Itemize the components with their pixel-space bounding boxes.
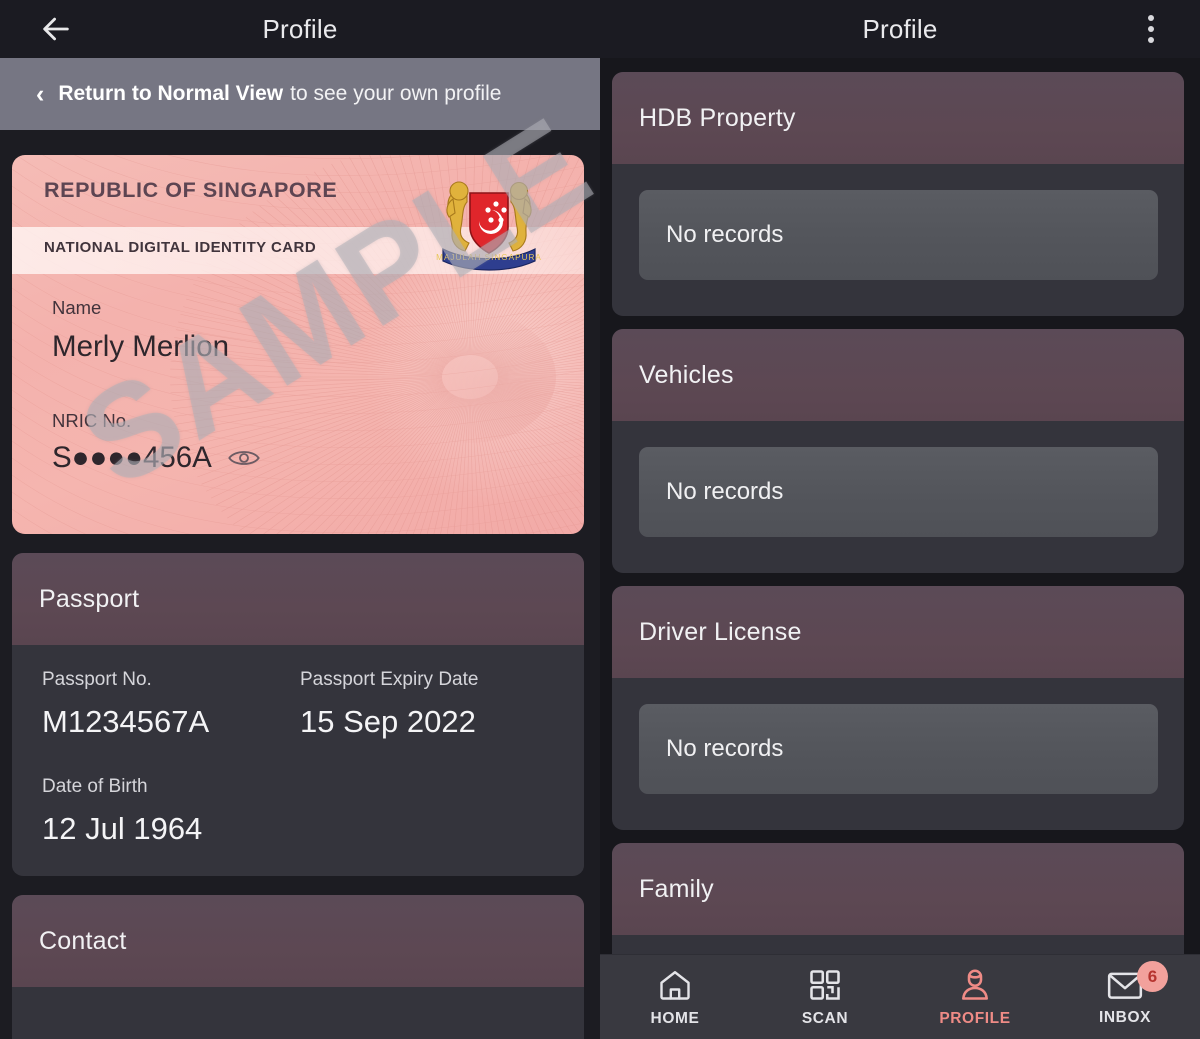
dob-label: Date of Birth	[42, 776, 148, 797]
hdb-property-record-text: No records	[666, 221, 784, 248]
vehicles-record-text: No records	[666, 478, 784, 505]
dob-value: 12 Jul 1964	[42, 811, 203, 846]
overflow-menu-button[interactable]	[1130, 8, 1172, 50]
vehicles-header[interactable]: Vehicles	[612, 329, 1184, 421]
nav-item-inbox[interactable]: INBOX 6	[1050, 955, 1200, 1039]
family-title: Family	[639, 874, 714, 903]
hdb-property-body: No records	[612, 190, 1184, 280]
driver-license-body: No records	[612, 704, 1184, 794]
nav-item-scan[interactable]: SCAN	[750, 955, 900, 1039]
passport-expiry-value: 15 Sep 2022	[300, 704, 476, 739]
right-pane: HDB Property No records Vehicles No reco…	[600, 58, 1200, 1039]
chevron-left-icon: ‹	[36, 79, 45, 108]
nav-label-home: HOME	[650, 1009, 700, 1027]
nav-label-scan: SCAN	[801, 1009, 849, 1027]
page-title-left: Profile	[262, 13, 338, 44]
header-right: Profile	[600, 0, 1200, 58]
driver-license-record-pill[interactable]: No records	[639, 704, 1158, 794]
left-pane: ‹ Return to Normal View to see your own …	[0, 58, 600, 1039]
vehicles-record-pill[interactable]: No records	[639, 447, 1158, 537]
family-header[interactable]: Family	[612, 843, 1184, 935]
card-country-line: REPUBLIC OF SINGAPORE	[44, 178, 338, 202]
hdb-property-header[interactable]: HDB Property	[612, 72, 1184, 164]
nav-item-home[interactable]: HOME	[600, 955, 750, 1039]
kebab-dot	[1148, 37, 1154, 43]
name-value: Merly Merlion	[52, 330, 230, 363]
profile-screen: Profile Profile ‹ Return to Normal View …	[0, 0, 1200, 1039]
passport-section[interactable]: Passport Passport No. M1234567A Passport…	[12, 553, 584, 876]
nric-label: NRIC No.	[52, 410, 132, 431]
eye-icon[interactable]	[228, 447, 260, 469]
name-label: Name	[52, 297, 102, 318]
driver-license-section[interactable]: Driver License No records	[612, 586, 1184, 830]
driver-license-header[interactable]: Driver License	[612, 586, 1184, 678]
page-title-right: Profile	[862, 13, 938, 44]
nav-item-profile[interactable]: PROFILE	[900, 955, 1050, 1039]
person-icon	[962, 968, 988, 1000]
header-left: Profile	[0, 0, 600, 58]
kebab-dot	[1148, 15, 1154, 21]
passport-section-body: Passport No. M1234567A Passport Expiry D…	[12, 645, 584, 873]
return-banner-subtext: to see your own profile	[290, 82, 502, 105]
qr-code-icon	[810, 969, 840, 1000]
nav-label-inbox: INBOX	[1098, 1008, 1152, 1026]
kebab-dot	[1148, 26, 1154, 32]
dob-field: Date of Birth 12 Jul 1964	[42, 776, 554, 847]
hdb-property-record-pill[interactable]: No records	[639, 190, 1158, 280]
passport-expiry-field: Passport Expiry Date 15 Sep 2022	[300, 669, 478, 740]
singapore-coat-of-arms-icon: MAJULAH SINGAPURA	[436, 181, 542, 271]
driver-license-title: Driver License	[639, 617, 802, 646]
hdb-property-title: HDB Property	[639, 103, 796, 132]
back-button[interactable]	[33, 6, 79, 52]
vehicles-body: No records	[612, 447, 1184, 537]
return-link-text[interactable]: Return to Normal View	[58, 82, 283, 106]
driver-license-record-text: No records	[666, 735, 784, 762]
inbox-unread-badge: 6	[1137, 961, 1168, 992]
crest-motto: MAJULAH SINGAPURA	[436, 253, 542, 262]
national-digital-identity-card[interactable]: (function(){ var svg=document.querySelec…	[12, 155, 584, 534]
return-to-normal-view-banner[interactable]: ‹ Return to Normal View to see your own …	[0, 58, 600, 130]
contact-section-title: Contact	[39, 926, 127, 955]
passport-expiry-label: Passport Expiry Date	[300, 669, 479, 690]
hdb-property-section[interactable]: HDB Property No records	[612, 72, 1184, 316]
home-icon	[660, 970, 690, 1000]
vehicles-title: Vehicles	[639, 360, 734, 389]
passport-section-header[interactable]: Passport	[12, 553, 584, 645]
arrow-left-icon	[43, 17, 69, 41]
passport-section-title: Passport	[39, 584, 140, 613]
contact-section[interactable]: Contact	[12, 895, 584, 1039]
nric-value: S●●●●456A	[52, 441, 212, 474]
nav-label-profile: PROFILE	[939, 1009, 1011, 1027]
vehicles-section[interactable]: Vehicles No records	[612, 329, 1184, 573]
contact-section-header[interactable]: Contact	[12, 895, 584, 987]
contact-section-body	[12, 987, 584, 1039]
card-type-line: NATIONAL DIGITAL IDENTITY CARD	[44, 239, 317, 256]
bottom-navigation-bar: HOME SCAN PROFILE INBOX 6	[600, 954, 1200, 1039]
